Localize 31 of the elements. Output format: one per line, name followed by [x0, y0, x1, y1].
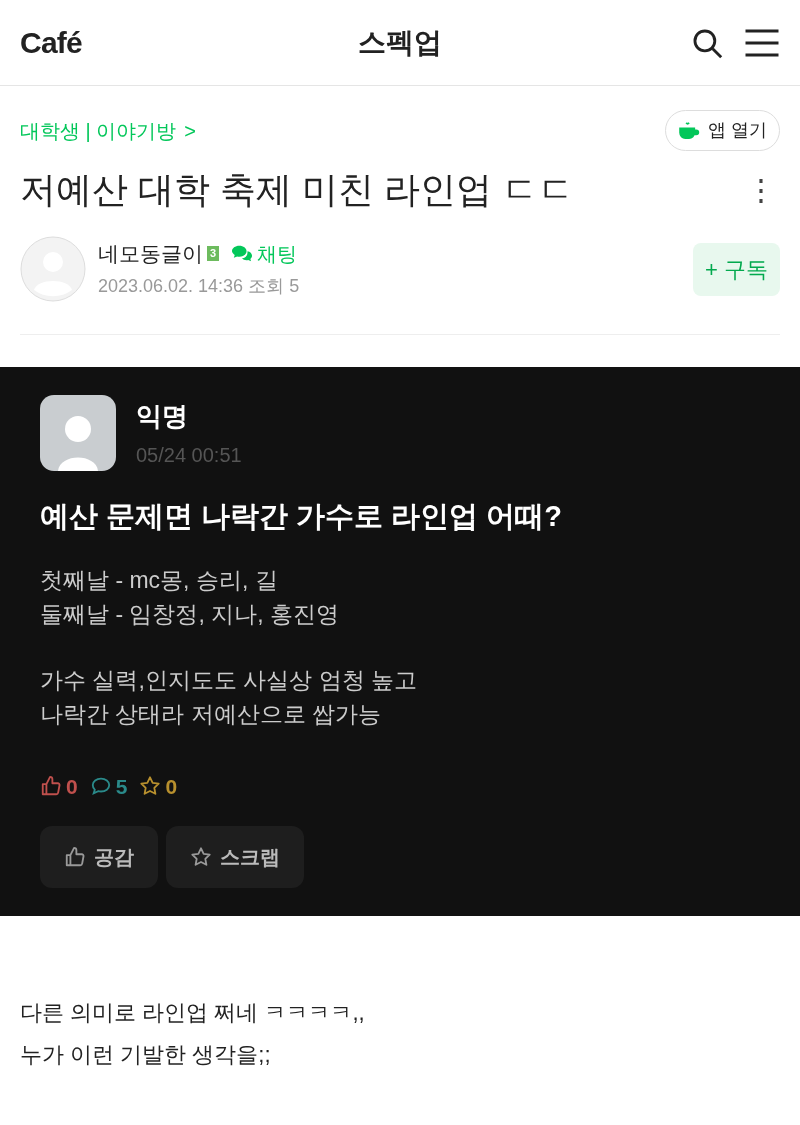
body-text-line: 누가 이런 기발한 생각을;; — [20, 1041, 272, 1069]
author-name[interactable]: 네모동글이 — [98, 237, 203, 270]
like-button[interactable]: 공감 — [40, 826, 158, 888]
star-icon — [139, 775, 162, 798]
scrap-button[interactable]: 스크랩 — [166, 826, 304, 888]
post-meta: 2023.06.02. 14:36 조회 5 — [98, 275, 300, 299]
anonymous-avatar-icon — [40, 395, 116, 471]
cafe-logo[interactable]: Café — [20, 20, 140, 65]
embedded-text-line: 가수 실력,인지도도 사실상 엄청 높고 — [40, 665, 418, 695]
cup-icon — [678, 120, 700, 141]
embedded-text-line: 나락간 상태라 저예산으로 쌉가능 — [40, 699, 383, 729]
thumbs-up-icon — [40, 775, 62, 798]
embedded-title: 예산 문제면 나락간 가수로 라인업 어때? — [40, 499, 563, 534]
more-button[interactable]: ⋮ — [742, 167, 780, 212]
stat-count: 0 — [165, 773, 178, 800]
avatar-icon — [20, 236, 86, 302]
body-text-line: 다른 의미로 라인업 쩌네 ㅋㅋㅋㅋ,, — [20, 999, 366, 1027]
level-badge: 3 — [207, 246, 220, 261]
comment-time: 05/24 00:51 — [136, 442, 242, 468]
post-title: 저예산 대학 축제 미친 라인업 ㄷㄷ — [20, 168, 574, 212]
menu-icon[interactable] — [744, 27, 780, 58]
chat-icon — [231, 243, 254, 264]
thumbs-up-icon — [64, 846, 86, 868]
embedded-text-line: 둘째날 - 임창정, 지나, 홍진영 — [40, 599, 340, 629]
embedded-text-line: 첫째날 - mc몽, 승리, 길 — [40, 565, 279, 595]
stat-count: 0 — [66, 773, 78, 800]
cafe-title: 스펙업 — [358, 25, 442, 60]
stat-count: 5 — [115, 773, 128, 800]
comment-icon — [89, 775, 112, 798]
anonymous-author: 익명 — [136, 399, 189, 433]
star-icon — [190, 846, 212, 868]
